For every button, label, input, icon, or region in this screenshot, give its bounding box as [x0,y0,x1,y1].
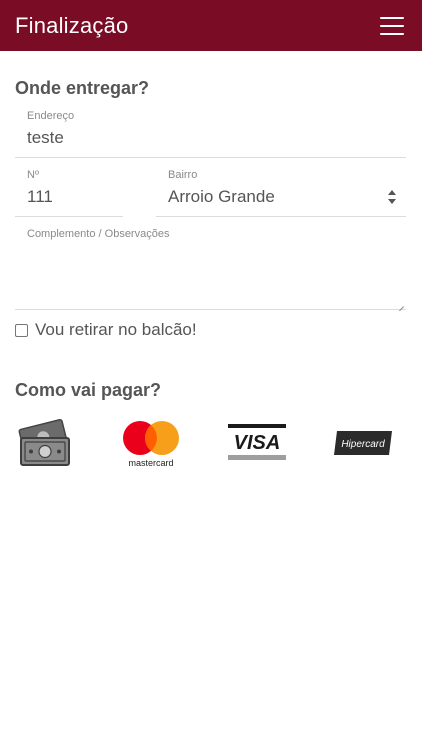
select-arrows-icon [388,190,396,204]
pickup-option[interactable]: Vou retirar no balcão! [15,320,197,340]
hipercard-logo-text: Hipercard [341,439,385,450]
complement-textarea[interactable]: Complemento / Observações [15,222,406,310]
hamburger-menu-icon[interactable] [380,16,404,35]
page-title: Finalização [15,12,129,38]
mastercard-logo: mastercard [123,421,179,468]
resize-grip-icon[interactable] [399,302,404,307]
payment-visa[interactable]: VISA [228,424,288,464]
visa-logo-text: VISA [234,432,281,454]
neighborhood-select[interactable]: Bairro Arroio Grande [156,163,406,217]
delivery-section-title: Onde entregar? [15,78,150,98]
complement-label: Complemento / Observações [27,228,170,240]
number-label: Nº [27,169,39,181]
address-field[interactable]: Endereço teste [15,104,406,158]
neighborhood-label: Bairro [168,169,198,181]
cash-money-icon [18,418,70,466]
payment-cash[interactable] [18,418,72,470]
payment-section-title: Como vai pagar? [15,380,162,400]
payment-hipercard[interactable]: Hipercard [332,429,394,459]
hipercard-logo: Hipercard [334,431,392,455]
address-label: Endereço [27,110,75,122]
app-header: Finalização [0,0,422,51]
address-value[interactable]: teste [27,128,64,148]
payment-mastercard[interactable]: mastercard [118,418,184,470]
payment-methods: mastercard VISA Hipercard [0,415,422,475]
neighborhood-value[interactable]: Arroio Grande [168,187,275,207]
pickup-checkbox[interactable] [15,323,28,337]
pickup-checkbox-label[interactable]: Vou retirar no balcão! [35,320,197,340]
visa-logo: VISA [228,424,286,460]
number-field[interactable]: Nº 111 [15,163,123,217]
number-value[interactable]: 111 [27,187,53,207]
mastercard-logo-text: mastercard [128,458,173,468]
